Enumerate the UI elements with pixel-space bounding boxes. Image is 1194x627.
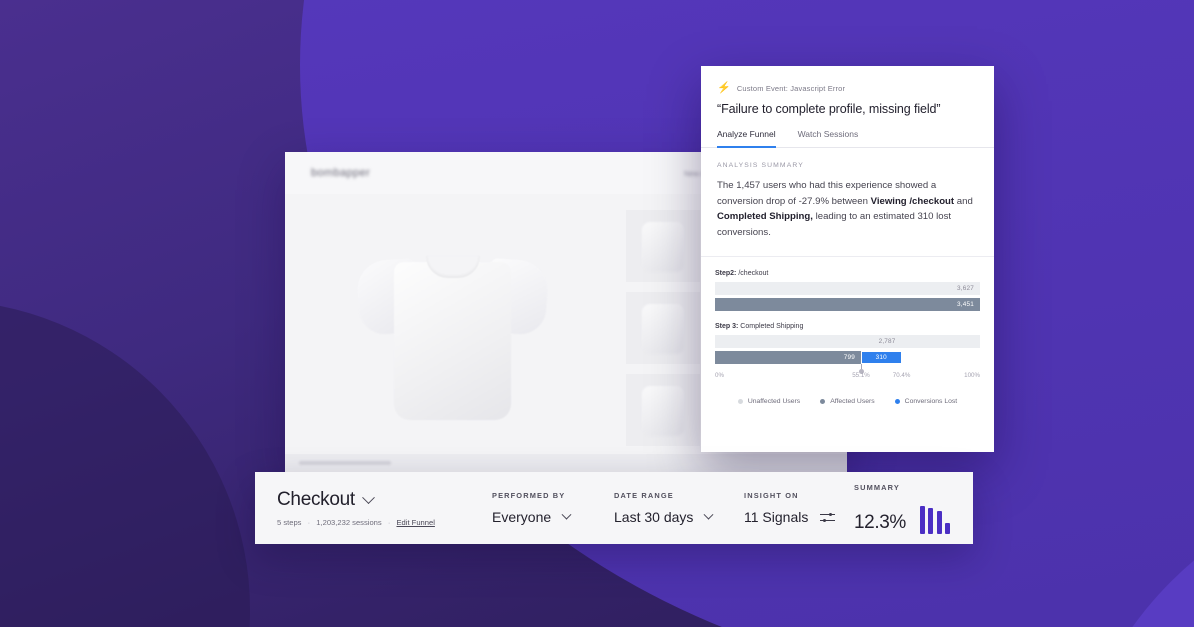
funnel-chart: Step2: /checkout 3,627 3,451 Step 3: Com… [701,257,994,405]
axis-tick: 70.4% [892,372,911,380]
background-blob-left [0,300,250,627]
summary-bold-viewing-checkout: Viewing /checkout [870,195,955,207]
bar-affected-users [715,351,861,365]
bar-value-label: 2,787 [878,338,896,346]
funnel-name-dropdown[interactable]: Checkout [277,489,492,511]
bar-value-label: 3,451 [957,301,974,309]
chart-step-group: Step 3: Completed Shipping 2,787 799 310 [715,323,980,375]
step-name: Completed Shipping [740,323,804,331]
analysis-summary-label: ANALYSIS SUMMARY [717,162,804,169]
bar-unaffected-users [715,282,980,296]
bar-track-affected: 3,451 [715,298,980,312]
summary-label: SUMMARY [854,482,900,492]
page-root: bombapper New Arrivals Tops Bottoms [0,0,1194,627]
bar-track-unaffected: 2,787 [715,335,980,349]
analysis-summary-section: ANALYSIS SUMMARY The 1,457 users who had… [701,148,994,258]
bar-value-label: 799 [843,354,856,362]
bar-value-label: 3,627 [957,285,974,293]
performed-by-dropdown[interactable]: Everyone [492,509,614,525]
summary-field: SUMMARY 12.3% [854,482,951,534]
analysis-summary-text: The 1,457 users who had this experience … [717,178,978,240]
funnel-steps-count: 5 steps [277,518,302,527]
performed-by-field: PERFORMED BY Everyone [492,491,614,525]
bar-unaffected-users [715,335,902,349]
funnel-selector-block: Checkout 5 steps · 1,203,232 sessions · … [277,489,492,527]
bar-affected-users [715,298,980,312]
insight-eyebrow: ⚡ Custom Event: Javascript Error [717,83,978,94]
funnel-meta: 5 steps · 1,203,232 sessions · Edit Funn… [277,518,492,527]
insight-on-value: 11 Signals [744,509,809,525]
date-range-label: DATE RANGE [614,491,674,500]
bar-track-affected: 799 310 [715,351,980,375]
insight-header: ⚡ Custom Event: Javascript Error “Failur… [701,66,994,117]
legend-item-conversions-lost: Conversions Lost [894,398,958,406]
axis-tick: 100% [964,372,980,380]
sparkline-bar [928,507,934,534]
chevron-down-icon [703,509,714,520]
legend-dot [894,399,900,405]
step-number: Step2: [715,270,737,278]
performed-by-label: PERFORMED BY [492,491,566,500]
date-range-dropdown[interactable]: Last 30 days [614,509,744,525]
step-label: Step 3: Completed Shipping [715,323,980,330]
funnel-sessions-count: 1,203,232 sessions [316,518,382,527]
insight-on-field: INSIGHT ON 11 Signals [744,491,854,525]
axis-tick: 55.1% [852,372,870,380]
funnel-toolbar: Checkout 5 steps · 1,203,232 sessions · … [255,472,973,544]
axis-tick: 0% [715,372,724,380]
legend-item-unaffected-users: Unaffected Users [737,398,801,406]
insight-tabs: Analyze Funnel Watch Sessions [701,129,994,148]
bar-track-unaffected: 3,627 [715,282,980,296]
product-page-footer [285,454,847,472]
legend-dot [820,399,826,405]
step-name: /checkout [738,270,769,278]
insight-on-label: INSIGHT ON [744,491,799,500]
insight-event-type: Custom Event: Javascript Error [736,84,846,93]
chevron-down-icon [362,490,375,504]
meta-separator: · [387,518,391,527]
tab-watch-sessions[interactable]: Watch Sessions [798,129,859,148]
product-hero-image [285,194,620,472]
summary-block: 12.3% [854,501,951,534]
legend-label: Conversions Lost [904,398,958,406]
sparkline-bar [919,505,925,534]
date-range-field: DATE RANGE Last 30 days [614,491,744,525]
summary-value: 12.3% [854,511,906,533]
step-label: Step2: /checkout [715,270,980,277]
product-page-logo: bombapper [311,167,371,179]
bar-conversions-lost: 310 [861,351,902,365]
chart-x-axis: 0% 55.1% 70.4% 100% [715,372,980,384]
bolt-icon: ⚡ [717,82,731,94]
performed-by-value: Everyone [492,509,552,525]
step-number: Step 3: [715,323,739,331]
insight-title: “Failure to complete profile, missing fi… [717,102,941,116]
chart-legend: Unaffected Users Affected Users Conversi… [715,384,980,405]
edit-funnel-link[interactable]: Edit Funnel [396,518,434,527]
sparkline-chart [919,501,951,534]
legend-label: Affected Users [830,398,875,406]
legend-dot [737,399,743,405]
legend-label: Unaffected Users [747,398,801,406]
product-thumbnail-list [620,194,705,472]
sparkline-bar [945,522,951,534]
product-thumbnail [625,374,700,446]
insight-on-value-row[interactable]: 11 Signals [744,509,854,525]
insight-popover: ⚡ Custom Event: Javascript Error “Failur… [701,66,994,452]
product-thumbnail [625,210,700,282]
filter-icon[interactable] [820,512,836,523]
chevron-down-icon [561,509,572,520]
funnel-name: Checkout [277,489,355,510]
summary-bold-completed-shipping: Completed Shipping, [717,211,813,223]
date-range-value: Last 30 days [614,509,694,525]
summary-part-2: and [954,195,973,207]
legend-item-affected-users: Affected Users [820,398,875,406]
bar-value-label: 310 [875,354,887,362]
tshirt-illustration [355,246,550,421]
sparkline-bar [936,510,942,534]
background-blob-lower-right [1060,470,1194,627]
tab-analyze-funnel[interactable]: Analyze Funnel [717,129,776,148]
product-thumbnail [625,292,700,364]
meta-separator: · [307,518,311,527]
chart-step-group: Step2: /checkout 3,627 3,451 [715,270,980,312]
